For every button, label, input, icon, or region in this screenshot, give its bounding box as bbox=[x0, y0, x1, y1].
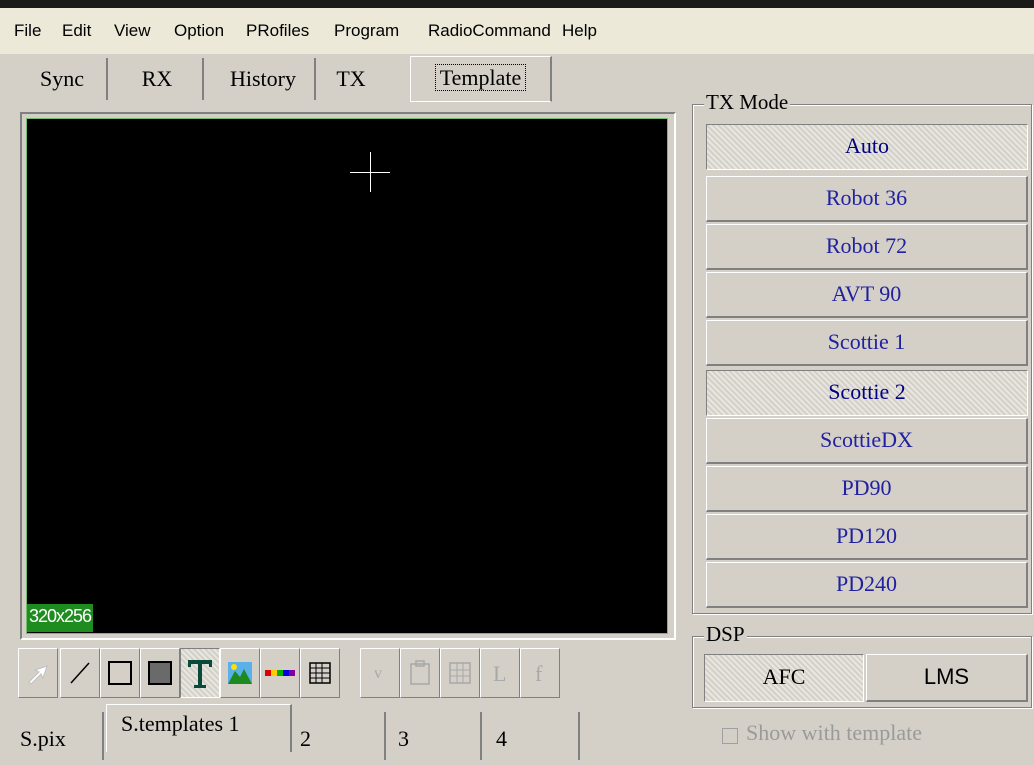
tab-s-templates-1[interactable]: S.templates 1 bbox=[106, 704, 292, 752]
pointer-icon[interactable] bbox=[18, 648, 58, 698]
tab-template-4[interactable]: 4 bbox=[484, 712, 580, 760]
drawing-toolbar: v L f bbox=[14, 648, 690, 702]
filled-rectangle-icon[interactable] bbox=[140, 648, 180, 698]
tab-sync[interactable]: Sync bbox=[18, 58, 108, 100]
tx-mode-scottiedx-button[interactable]: ScottieDX bbox=[706, 418, 1028, 464]
tx-mode-pd240-button[interactable]: PD240 bbox=[706, 562, 1028, 608]
color-bar-icon[interactable] bbox=[260, 648, 300, 698]
v-icon[interactable]: v bbox=[360, 648, 400, 698]
paste-icon[interactable] bbox=[400, 648, 440, 698]
tab-template-3-label: 3 bbox=[398, 726, 409, 751]
lms-toggle-button[interactable]: LMS bbox=[866, 654, 1028, 702]
tab-template[interactable]: Template bbox=[410, 56, 552, 102]
tx-mode-pd90-button[interactable]: PD90 bbox=[706, 466, 1028, 512]
menu-edit[interactable]: Edit bbox=[62, 21, 91, 41]
tx-mode-auto-button[interactable]: Auto bbox=[706, 124, 1028, 170]
tx-mode-robot36-button[interactable]: Robot 36 bbox=[706, 176, 1028, 222]
tab-history[interactable]: History bbox=[214, 58, 312, 100]
l-icon[interactable]: L bbox=[480, 648, 520, 698]
tab-template-4-label: 4 bbox=[496, 726, 507, 751]
tx-mode-robot72-button[interactable]: Robot 72 bbox=[706, 224, 1028, 270]
text-icon[interactable] bbox=[180, 648, 220, 698]
image-icon[interactable] bbox=[220, 648, 260, 698]
show-with-template-checkbox[interactable] bbox=[722, 728, 738, 744]
rectangle-icon[interactable] bbox=[100, 648, 140, 698]
template-canvas[interactable] bbox=[26, 118, 668, 634]
grid-icon[interactable] bbox=[300, 648, 340, 698]
svg-text:f: f bbox=[535, 661, 543, 686]
svg-text:L: L bbox=[493, 661, 506, 686]
table-icon[interactable] bbox=[440, 648, 480, 698]
tx-mode-scottie1-button[interactable]: Scottie 1 bbox=[706, 320, 1028, 366]
menu-option[interactable]: Option bbox=[174, 21, 224, 41]
menu-file[interactable]: File bbox=[14, 21, 41, 41]
menu-view[interactable]: View bbox=[114, 21, 151, 41]
tab-s-templates-1-label: S.templates 1 bbox=[121, 711, 240, 736]
tab-sync-label: Sync bbox=[40, 66, 84, 91]
tab-rx[interactable]: RX bbox=[112, 58, 204, 100]
tab-rx-label: RX bbox=[141, 66, 173, 91]
tab-tx-label: TX bbox=[336, 66, 366, 91]
svg-text:v: v bbox=[374, 665, 382, 682]
tab-s-pix[interactable]: S.pix bbox=[14, 712, 104, 760]
crosshair-cursor-vertical bbox=[370, 152, 371, 192]
canvas-dimension-label: 320x256 bbox=[27, 604, 94, 632]
show-with-template-label: Show with template bbox=[746, 720, 922, 745]
menu-radiocommand[interactable]: RadioCommand bbox=[428, 21, 551, 41]
tx-mode-avt90-button[interactable]: AVT 90 bbox=[706, 272, 1028, 318]
tab-template-3[interactable]: 3 bbox=[388, 712, 482, 760]
menu-bar: File Edit View Option PRofiles Program R… bbox=[0, 8, 1034, 54]
f-icon[interactable]: f bbox=[520, 648, 560, 698]
tab-template-2[interactable]: 2 bbox=[294, 712, 386, 760]
tx-mode-title: TX Mode bbox=[704, 90, 791, 115]
tab-history-label: History bbox=[230, 66, 296, 91]
afc-toggle-button[interactable]: AFC bbox=[704, 654, 864, 702]
dsp-title: DSP bbox=[704, 622, 747, 647]
tab-s-pix-label: S.pix bbox=[20, 726, 66, 751]
menu-program[interactable]: Program bbox=[334, 21, 399, 41]
window-top-edge bbox=[0, 0, 1034, 8]
line-icon[interactable] bbox=[60, 648, 100, 698]
menu-help[interactable]: Help bbox=[562, 21, 597, 41]
menu-profiles[interactable]: PRofiles bbox=[246, 21, 309, 41]
tx-mode-pd120-button[interactable]: PD120 bbox=[706, 514, 1028, 560]
tab-template-label: Template bbox=[434, 64, 527, 91]
tab-tx[interactable]: TX bbox=[314, 58, 386, 100]
tab-template-2-label: 2 bbox=[300, 726, 311, 751]
tx-mode-scottie2-button[interactable]: Scottie 2 bbox=[706, 370, 1028, 416]
